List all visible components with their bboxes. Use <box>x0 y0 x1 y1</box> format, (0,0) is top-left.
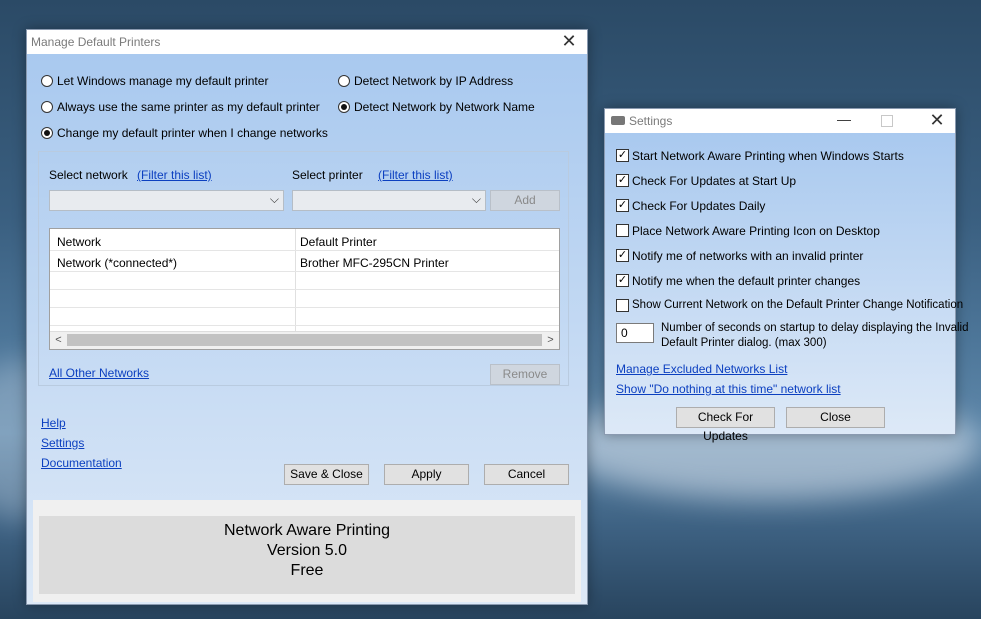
scroll-left-icon[interactable]: < <box>50 332 67 349</box>
check-for-updates-button[interactable]: Check For Updates <box>676 407 775 443</box>
checkbox-label: Start Network Aware Printing when Window… <box>632 149 904 163</box>
show-do-nothing-list-link[interactable]: Show "Do nothing at this time" network l… <box>616 382 841 396</box>
apply-button[interactable]: Apply <box>384 464 469 485</box>
documentation-link[interactable]: Documentation <box>41 456 122 470</box>
banner-frame: Network Aware Printing Version 5.0 Free <box>33 500 581 602</box>
grid-header-network: Network <box>57 235 102 249</box>
radio-label: Detect Network by IP Address <box>354 74 514 88</box>
checkbox-start-with-windows[interactable]: ✓ <box>616 149 629 162</box>
delay-label-line2: Default Printer dialog. (max 300) <box>661 337 827 349</box>
table-row <box>50 308 559 326</box>
close-icon[interactable]: ✕ <box>561 32 577 50</box>
chevron-down-icon: ⌵ <box>471 192 481 206</box>
grid-header-printer: Default Printer <box>300 235 377 249</box>
radio-detect-ip[interactable] <box>338 75 350 87</box>
filter-network-link[interactable]: (Filter this list) <box>137 168 212 182</box>
checkbox-notify-invalid[interactable]: ✓ <box>616 249 629 262</box>
title-bar: Manage Default Printers ✕ <box>27 30 587 54</box>
minimize-icon[interactable]: — <box>837 111 851 127</box>
scroll-thumb[interactable] <box>67 334 542 346</box>
all-other-networks-link[interactable]: All Other Networks <box>49 366 149 380</box>
main-client-area: Let Windows manage my default printer Al… <box>27 54 587 604</box>
close-button[interactable]: Close <box>786 407 885 428</box>
delay-seconds-input[interactable]: 0 <box>616 323 654 343</box>
manage-excluded-networks-link[interactable]: Manage Excluded Networks List <box>616 362 787 376</box>
settings-link[interactable]: Settings <box>41 436 84 450</box>
add-button[interactable]: Add <box>490 190 560 211</box>
select-network-label: Select network <box>49 168 128 182</box>
network-printer-grid[interactable]: Network Default Printer Network (*connec… <box>49 228 560 350</box>
close-icon[interactable]: ✕ <box>929 111 945 129</box>
printer-app-icon <box>611 116 625 125</box>
network-printer-panel: Select network (Filter this list) Select… <box>38 151 569 386</box>
window-title: Manage Default Printers <box>31 35 161 49</box>
grid-cell-network: Network (*connected*) <box>57 256 178 270</box>
checkbox-label: Place Network Aware Printing Icon on Des… <box>632 224 880 238</box>
select-printer-label: Select printer <box>292 168 363 182</box>
checkbox-label: Check For Updates Daily <box>632 199 766 213</box>
radio-label: Let Windows manage my default printer <box>57 74 269 88</box>
banner-edition: Free <box>290 562 324 579</box>
checkbox-label: Notify me when the default printer chang… <box>632 274 861 288</box>
help-link[interactable]: Help <box>41 416 66 430</box>
checkbox-label: Show Current Network on the Default Prin… <box>632 299 964 311</box>
save-close-button[interactable]: Save & Close <box>284 464 369 485</box>
checkbox-show-network[interactable] <box>616 299 629 312</box>
delay-label-line1: Number of seconds on startup to delay di… <box>661 322 969 334</box>
filter-printer-link[interactable]: (Filter this list) <box>378 168 453 182</box>
radio-label: Detect Network by Network Name <box>354 100 535 114</box>
title-bar: Settings — ✕ <box>605 109 955 133</box>
banner-version: Version 5.0 <box>266 542 348 559</box>
radio-windows-manage[interactable] <box>41 75 53 87</box>
manage-default-printers-window: Manage Default Printers ✕ Let Windows ma… <box>26 29 588 605</box>
checkbox-notify-change[interactable]: ✓ <box>616 274 629 287</box>
table-row[interactable]: Network (*connected*) Brother MFC-295CN … <box>50 254 559 272</box>
table-row <box>50 272 559 290</box>
settings-window: Settings — ✕ ✓ Start Network Aware Print… <box>604 108 969 443</box>
settings-client-area: ✓ Start Network Aware Printing when Wind… <box>605 133 969 443</box>
product-banner: Network Aware Printing Version 5.0 Free <box>39 516 575 594</box>
grid-header-row: Network Default Printer <box>50 233 559 251</box>
window-title: Settings <box>629 114 673 128</box>
radio-label: Change my default printer when I change … <box>57 126 328 140</box>
checkbox-label: Notify me of networks with an invalid pr… <box>632 249 864 263</box>
chevron-down-icon: ⌵ <box>269 192 279 206</box>
checkbox-updates-startup[interactable]: ✓ <box>616 174 629 187</box>
horizontal-scrollbar[interactable]: < > <box>50 331 559 349</box>
printer-select[interactable]: ⌵ <box>292 190 486 211</box>
network-select[interactable]: ⌵ <box>49 190 284 211</box>
radio-label: Always use the same printer as my defaul… <box>57 100 320 114</box>
checkbox-label: Check For Updates at Start Up <box>632 174 797 188</box>
checkbox-updates-daily[interactable]: ✓ <box>616 199 629 212</box>
radio-change-by-network[interactable] <box>41 127 53 139</box>
banner-product-name: Network Aware Printing <box>224 522 390 539</box>
radio-same-printer[interactable] <box>41 101 53 113</box>
checkbox-desktop-icon[interactable] <box>616 224 629 237</box>
scroll-right-icon[interactable]: > <box>542 332 559 349</box>
remove-button[interactable]: Remove <box>490 364 560 385</box>
radio-detect-name[interactable] <box>338 101 350 113</box>
maximize-icon <box>881 115 893 127</box>
grid-cell-printer: Brother MFC-295CN Printer <box>300 256 449 270</box>
cancel-button[interactable]: Cancel <box>484 464 569 485</box>
table-row <box>50 290 559 308</box>
